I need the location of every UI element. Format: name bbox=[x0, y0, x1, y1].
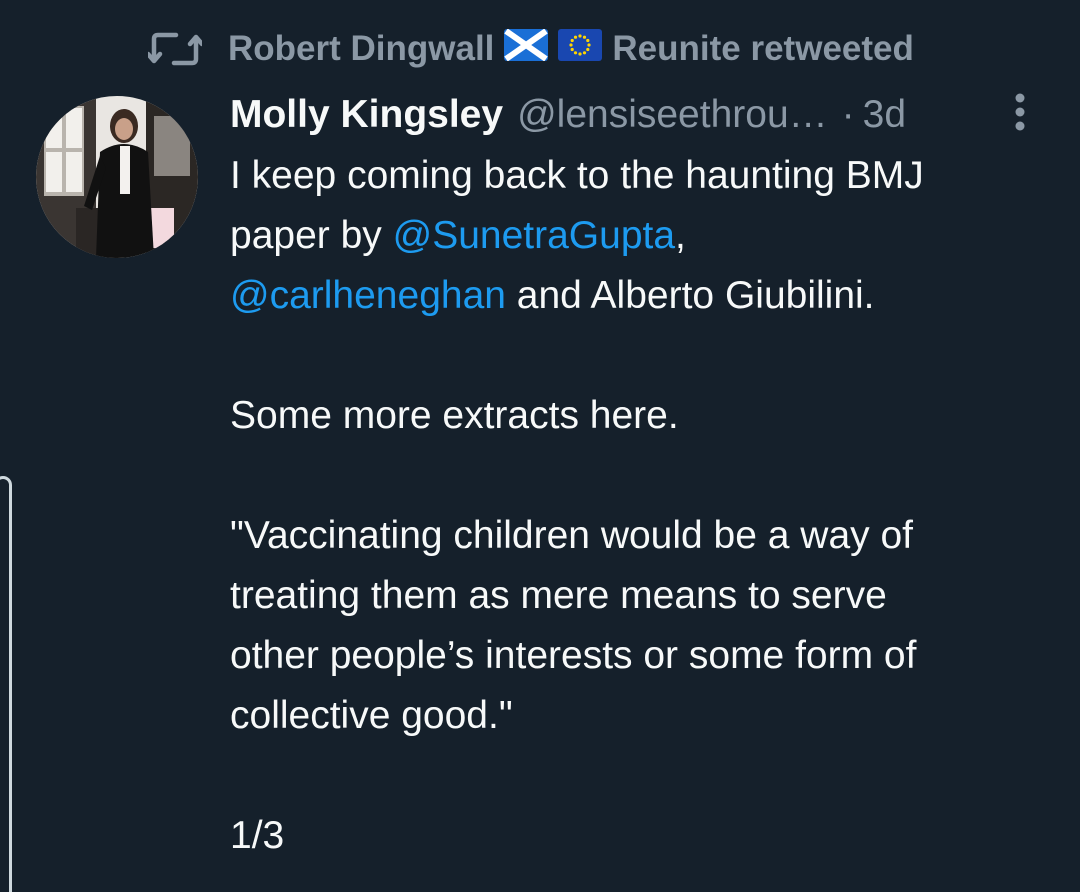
avatar[interactable] bbox=[36, 96, 198, 258]
author-name[interactable]: Molly Kingsley bbox=[230, 93, 503, 137]
tweet-line: "Vaccinating children would be a way of bbox=[230, 514, 914, 557]
mention-link-carlheneghan[interactable]: @carlheneghan bbox=[230, 274, 506, 317]
tweet-text-fragment: paper by bbox=[230, 214, 393, 257]
header-separator: · bbox=[841, 93, 855, 136]
author-handle[interactable]: @lensiseethrou… bbox=[517, 93, 828, 137]
tweet-timestamp[interactable]: 3d bbox=[863, 93, 906, 137]
more-options-button[interactable] bbox=[1006, 92, 1034, 136]
mention-link-sunetragupta[interactable]: @SunetraGupta bbox=[393, 214, 675, 257]
retweeter-name[interactable]: Robert Dingwall bbox=[228, 29, 494, 69]
tweet-line: @carlheneghan and Alberto Giubilini. bbox=[230, 266, 1060, 326]
tweet-line: collective good." bbox=[230, 694, 513, 737]
tweet-text-fragment: and Alberto Giubilini. bbox=[505, 274, 875, 317]
tweet-header: Molly Kingsley @lensiseethrou… · 3d bbox=[230, 86, 906, 144]
side-panel-edge bbox=[0, 476, 12, 892]
more-vertical-icon bbox=[1015, 93, 1025, 131]
tweet-line: other people’s interests or some form of bbox=[230, 634, 917, 677]
thread-counter: 1/3 bbox=[230, 814, 285, 857]
retweet-icon bbox=[148, 28, 202, 70]
tweet-line: I keep coming back to the haunting BMJ bbox=[230, 154, 924, 197]
tweet-line: paper by @SunetraGupta, bbox=[230, 206, 1060, 266]
retweet-context[interactable]: Robert Dingwall Reunite retweeted bbox=[148, 26, 914, 72]
tweet-text: I keep coming back to the haunting BMJ p… bbox=[230, 146, 1060, 866]
tweet-page: Robert Dingwall Reunite retweeted Molly … bbox=[0, 0, 1080, 892]
tweet-line: treating them as mere means to serve bbox=[230, 574, 887, 617]
tweet-line: Some more extracts here. bbox=[230, 394, 679, 437]
tweet-text-fragment: , bbox=[675, 214, 686, 257]
eu-flag-icon bbox=[558, 28, 603, 70]
retweeted-label: Reunite retweeted bbox=[612, 29, 914, 68]
scotland-flag-icon bbox=[504, 28, 549, 70]
